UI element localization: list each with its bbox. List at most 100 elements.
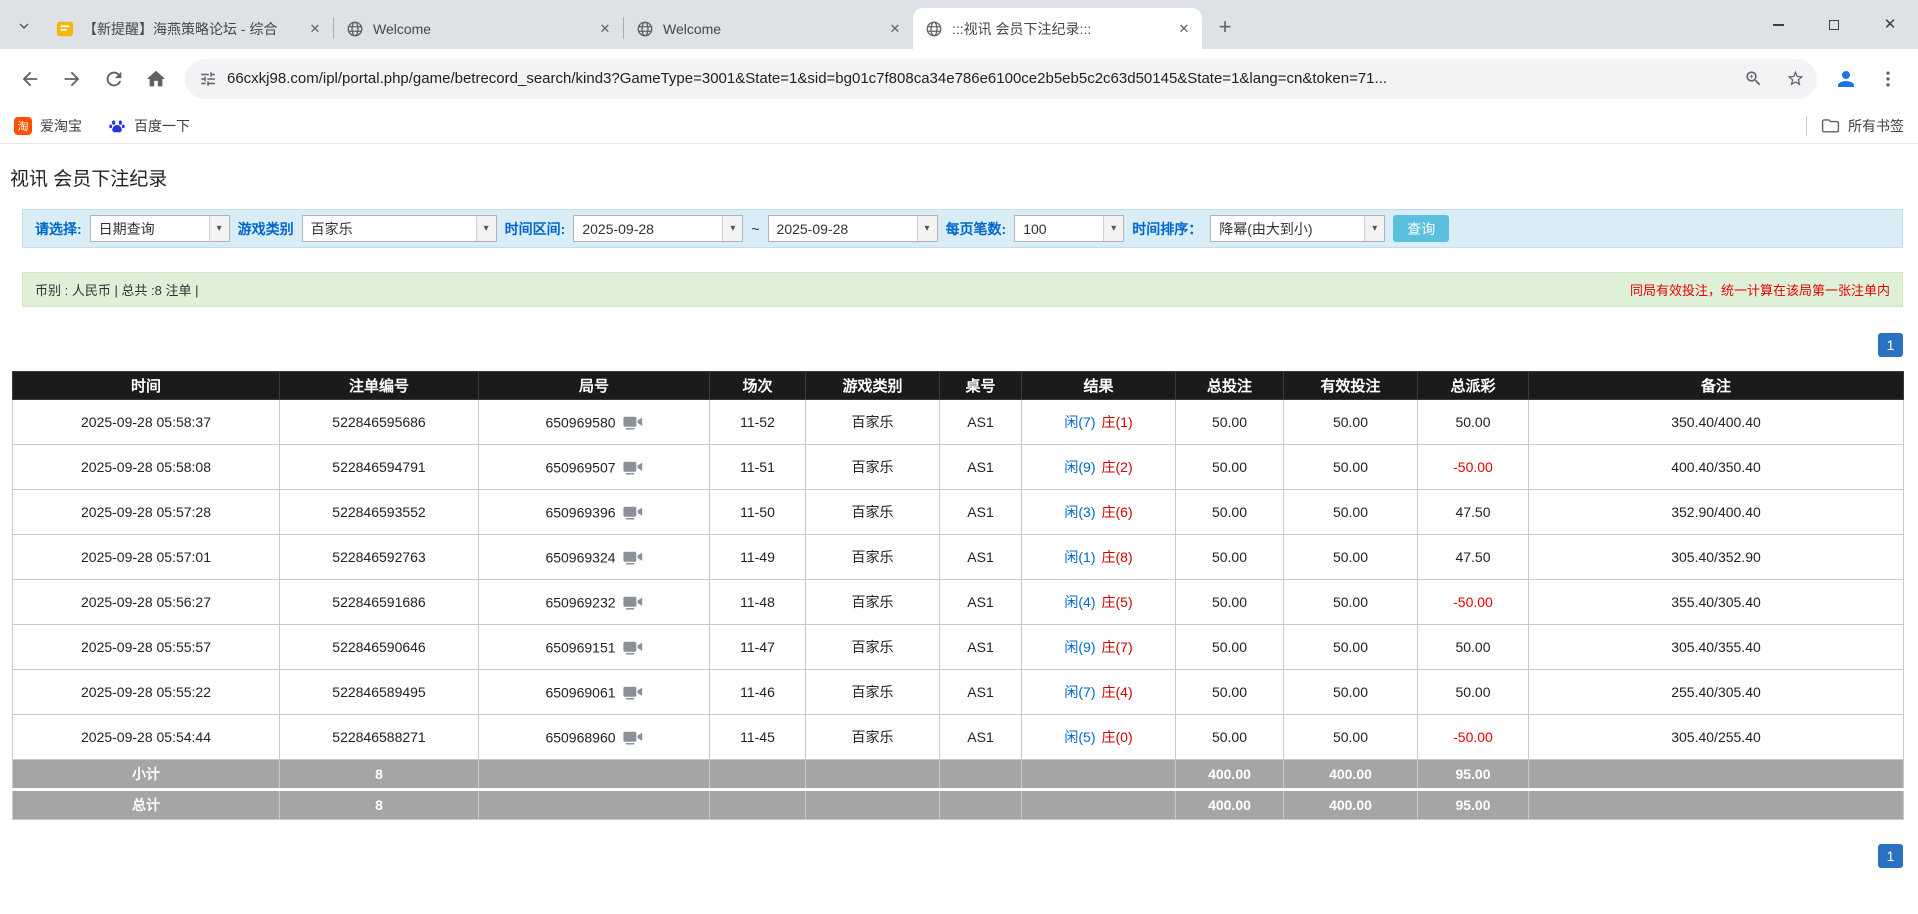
header-bet-id: 注单编号 xyxy=(280,372,479,400)
tab-close-icon[interactable]: ✕ xyxy=(595,19,615,39)
back-button[interactable] xyxy=(9,58,51,100)
header-remark: 备注 xyxy=(1529,372,1904,400)
tab-close-icon[interactable]: ✕ xyxy=(885,19,905,39)
video-replay-icon[interactable] xyxy=(623,415,643,431)
date-from-select[interactable]: 2025-09-28 ▾ xyxy=(573,215,743,242)
cell-round: 650969324 xyxy=(479,535,710,580)
cell-round: 650969396 xyxy=(479,490,710,535)
cell-payout: 50.00 xyxy=(1418,400,1529,445)
site-info-icon[interactable] xyxy=(199,70,217,88)
cell-result: 闲(1)庄(8) xyxy=(1022,535,1176,580)
subtotal-total-bet: 400.00 xyxy=(1176,760,1284,790)
header-round: 局号 xyxy=(479,372,710,400)
round-number: 650969061 xyxy=(545,685,615,701)
tab-close-icon[interactable]: ✕ xyxy=(1174,19,1194,39)
tab-title: Welcome xyxy=(663,21,876,37)
cell-total-bet[interactable]: 50.00 xyxy=(1176,670,1284,715)
cell-bet-id: 522846588271 xyxy=(280,715,479,760)
cell-table-no: AS1 xyxy=(940,490,1022,535)
all-bookmarks-button[interactable]: 所有书签 xyxy=(1821,116,1904,136)
menu-button[interactable] xyxy=(1867,58,1909,100)
home-button[interactable] xyxy=(135,58,177,100)
query-type-select[interactable]: 日期查询 ▾ xyxy=(90,215,230,242)
refresh-button[interactable] xyxy=(93,58,135,100)
round-number: 650969324 xyxy=(545,550,615,566)
page-size-label: 每页笔数: xyxy=(946,219,1007,239)
cell-bet-id: 522846593552 xyxy=(280,490,479,535)
cell-session: 11-50 xyxy=(710,490,806,535)
game-type-select[interactable]: 百家乐 ▾ xyxy=(302,215,497,242)
bookmarks-bar: 淘 爱淘宝 百度一下 所有书签 xyxy=(0,108,1918,144)
close-button[interactable]: ✕ xyxy=(1862,0,1918,49)
header-payout: 总派彩 xyxy=(1418,372,1529,400)
round-number: 650969232 xyxy=(545,595,615,611)
cell-remark: 255.40/305.40 xyxy=(1529,670,1904,715)
tab-welcome-2[interactable]: Welcome ✕ xyxy=(624,8,913,49)
cell-total-bet[interactable]: 50.00 xyxy=(1176,625,1284,670)
video-replay-icon[interactable] xyxy=(623,595,643,611)
cell-valid-bet: 50.00 xyxy=(1284,715,1418,760)
chevron-down-icon: ▾ xyxy=(209,216,229,241)
bookmark-taobao[interactable]: 淘 爱淘宝 xyxy=(14,116,82,136)
cell-remark: 355.40/305.40 xyxy=(1529,580,1904,625)
cell-total-bet[interactable]: 50.00 xyxy=(1176,400,1284,445)
tab-title: Welcome xyxy=(373,21,586,37)
total-row: 总计 8 400.00 400.00 95.00 xyxy=(13,790,1904,820)
table-row: 2025-09-28 05:55:22 522846589495 6509690… xyxy=(13,670,1904,715)
cell-total-bet[interactable]: 50.00 xyxy=(1176,445,1284,490)
url-text: 66cxkj98.com/ipl/portal.php/game/betreco… xyxy=(227,70,1727,87)
tab-bet-records-active[interactable]: :::视讯 会员下注纪录::: ✕ xyxy=(913,8,1202,49)
forum-favicon-icon xyxy=(56,20,74,38)
tab-welcome-1[interactable]: Welcome ✕ xyxy=(334,8,623,49)
profile-button[interactable] xyxy=(1825,58,1867,100)
cell-payout: -50.00 xyxy=(1418,580,1529,625)
video-replay-icon[interactable] xyxy=(623,640,643,656)
pagination-page-1-top[interactable]: 1 xyxy=(1878,333,1903,357)
sort-order-select[interactable]: 降幂(由大到小) ▾ xyxy=(1210,215,1385,242)
star-icon xyxy=(1786,69,1805,88)
video-replay-icon[interactable] xyxy=(623,460,643,476)
video-replay-icon[interactable] xyxy=(623,685,643,701)
cell-total-bet[interactable]: 50.00 xyxy=(1176,580,1284,625)
video-replay-icon[interactable] xyxy=(623,730,643,746)
cell-time: 2025-09-28 05:58:08 xyxy=(13,445,280,490)
video-replay-icon[interactable] xyxy=(623,550,643,566)
pagination-page-1-bottom[interactable]: 1 xyxy=(1878,844,1903,868)
back-icon xyxy=(19,68,41,90)
cell-round: 650969580 xyxy=(479,400,710,445)
url-bar[interactable]: 66cxkj98.com/ipl/portal.php/game/betreco… xyxy=(185,59,1817,99)
subtotal-count: 8 xyxy=(280,760,479,790)
cell-session: 11-48 xyxy=(710,580,806,625)
maximize-button[interactable] xyxy=(1806,0,1862,49)
cell-total-bet[interactable]: 50.00 xyxy=(1176,715,1284,760)
cell-total-bet[interactable]: 50.00 xyxy=(1176,490,1284,535)
forward-icon xyxy=(61,68,83,90)
date-to-value: 2025-09-28 xyxy=(769,216,917,241)
new-tab-button[interactable]: + xyxy=(1210,12,1240,42)
browser-toolbar: 66cxkj98.com/ipl/portal.php/game/betreco… xyxy=(0,49,1918,108)
zoom-button[interactable] xyxy=(1737,63,1769,95)
tab-search-button[interactable] xyxy=(8,10,40,42)
chevron-down-icon: ▾ xyxy=(1103,216,1123,241)
tab-forum[interactable]: 【新提醒】海燕策略论坛 - 综合 ✕ xyxy=(44,8,333,49)
cell-total-bet[interactable]: 50.00 xyxy=(1176,535,1284,580)
cell-table-no: AS1 xyxy=(940,535,1022,580)
forward-button[interactable] xyxy=(51,58,93,100)
video-replay-icon[interactable] xyxy=(623,505,643,521)
page-size-select[interactable]: 100 ▾ xyxy=(1014,215,1124,242)
date-range-tilde: ~ xyxy=(751,221,759,237)
date-to-select[interactable]: 2025-09-28 ▾ xyxy=(768,215,938,242)
chevron-down-icon: ▾ xyxy=(476,216,496,241)
tab-close-icon[interactable]: ✕ xyxy=(305,19,325,39)
game-type-value: 百家乐 xyxy=(303,216,476,241)
globe-favicon-icon xyxy=(346,20,364,38)
search-button[interactable]: 查询 xyxy=(1393,215,1449,242)
cell-result: 闲(5)庄(0) xyxy=(1022,715,1176,760)
bookmark-star-button[interactable] xyxy=(1779,63,1811,95)
summary-notice-text: 同局有效投注，统一计算在该局第一张注单内 xyxy=(1630,280,1890,299)
bookmark-baidu[interactable]: 百度一下 xyxy=(108,116,190,136)
result-banker: 庄(0) xyxy=(1102,729,1133,745)
bet-records-table: 时间 注单编号 局号 场次 游戏类别 桌号 结果 总投注 有效投注 总派彩 备注… xyxy=(12,371,1904,820)
minimize-button[interactable] xyxy=(1750,0,1806,49)
chevron-down-icon: ▾ xyxy=(1364,216,1384,241)
